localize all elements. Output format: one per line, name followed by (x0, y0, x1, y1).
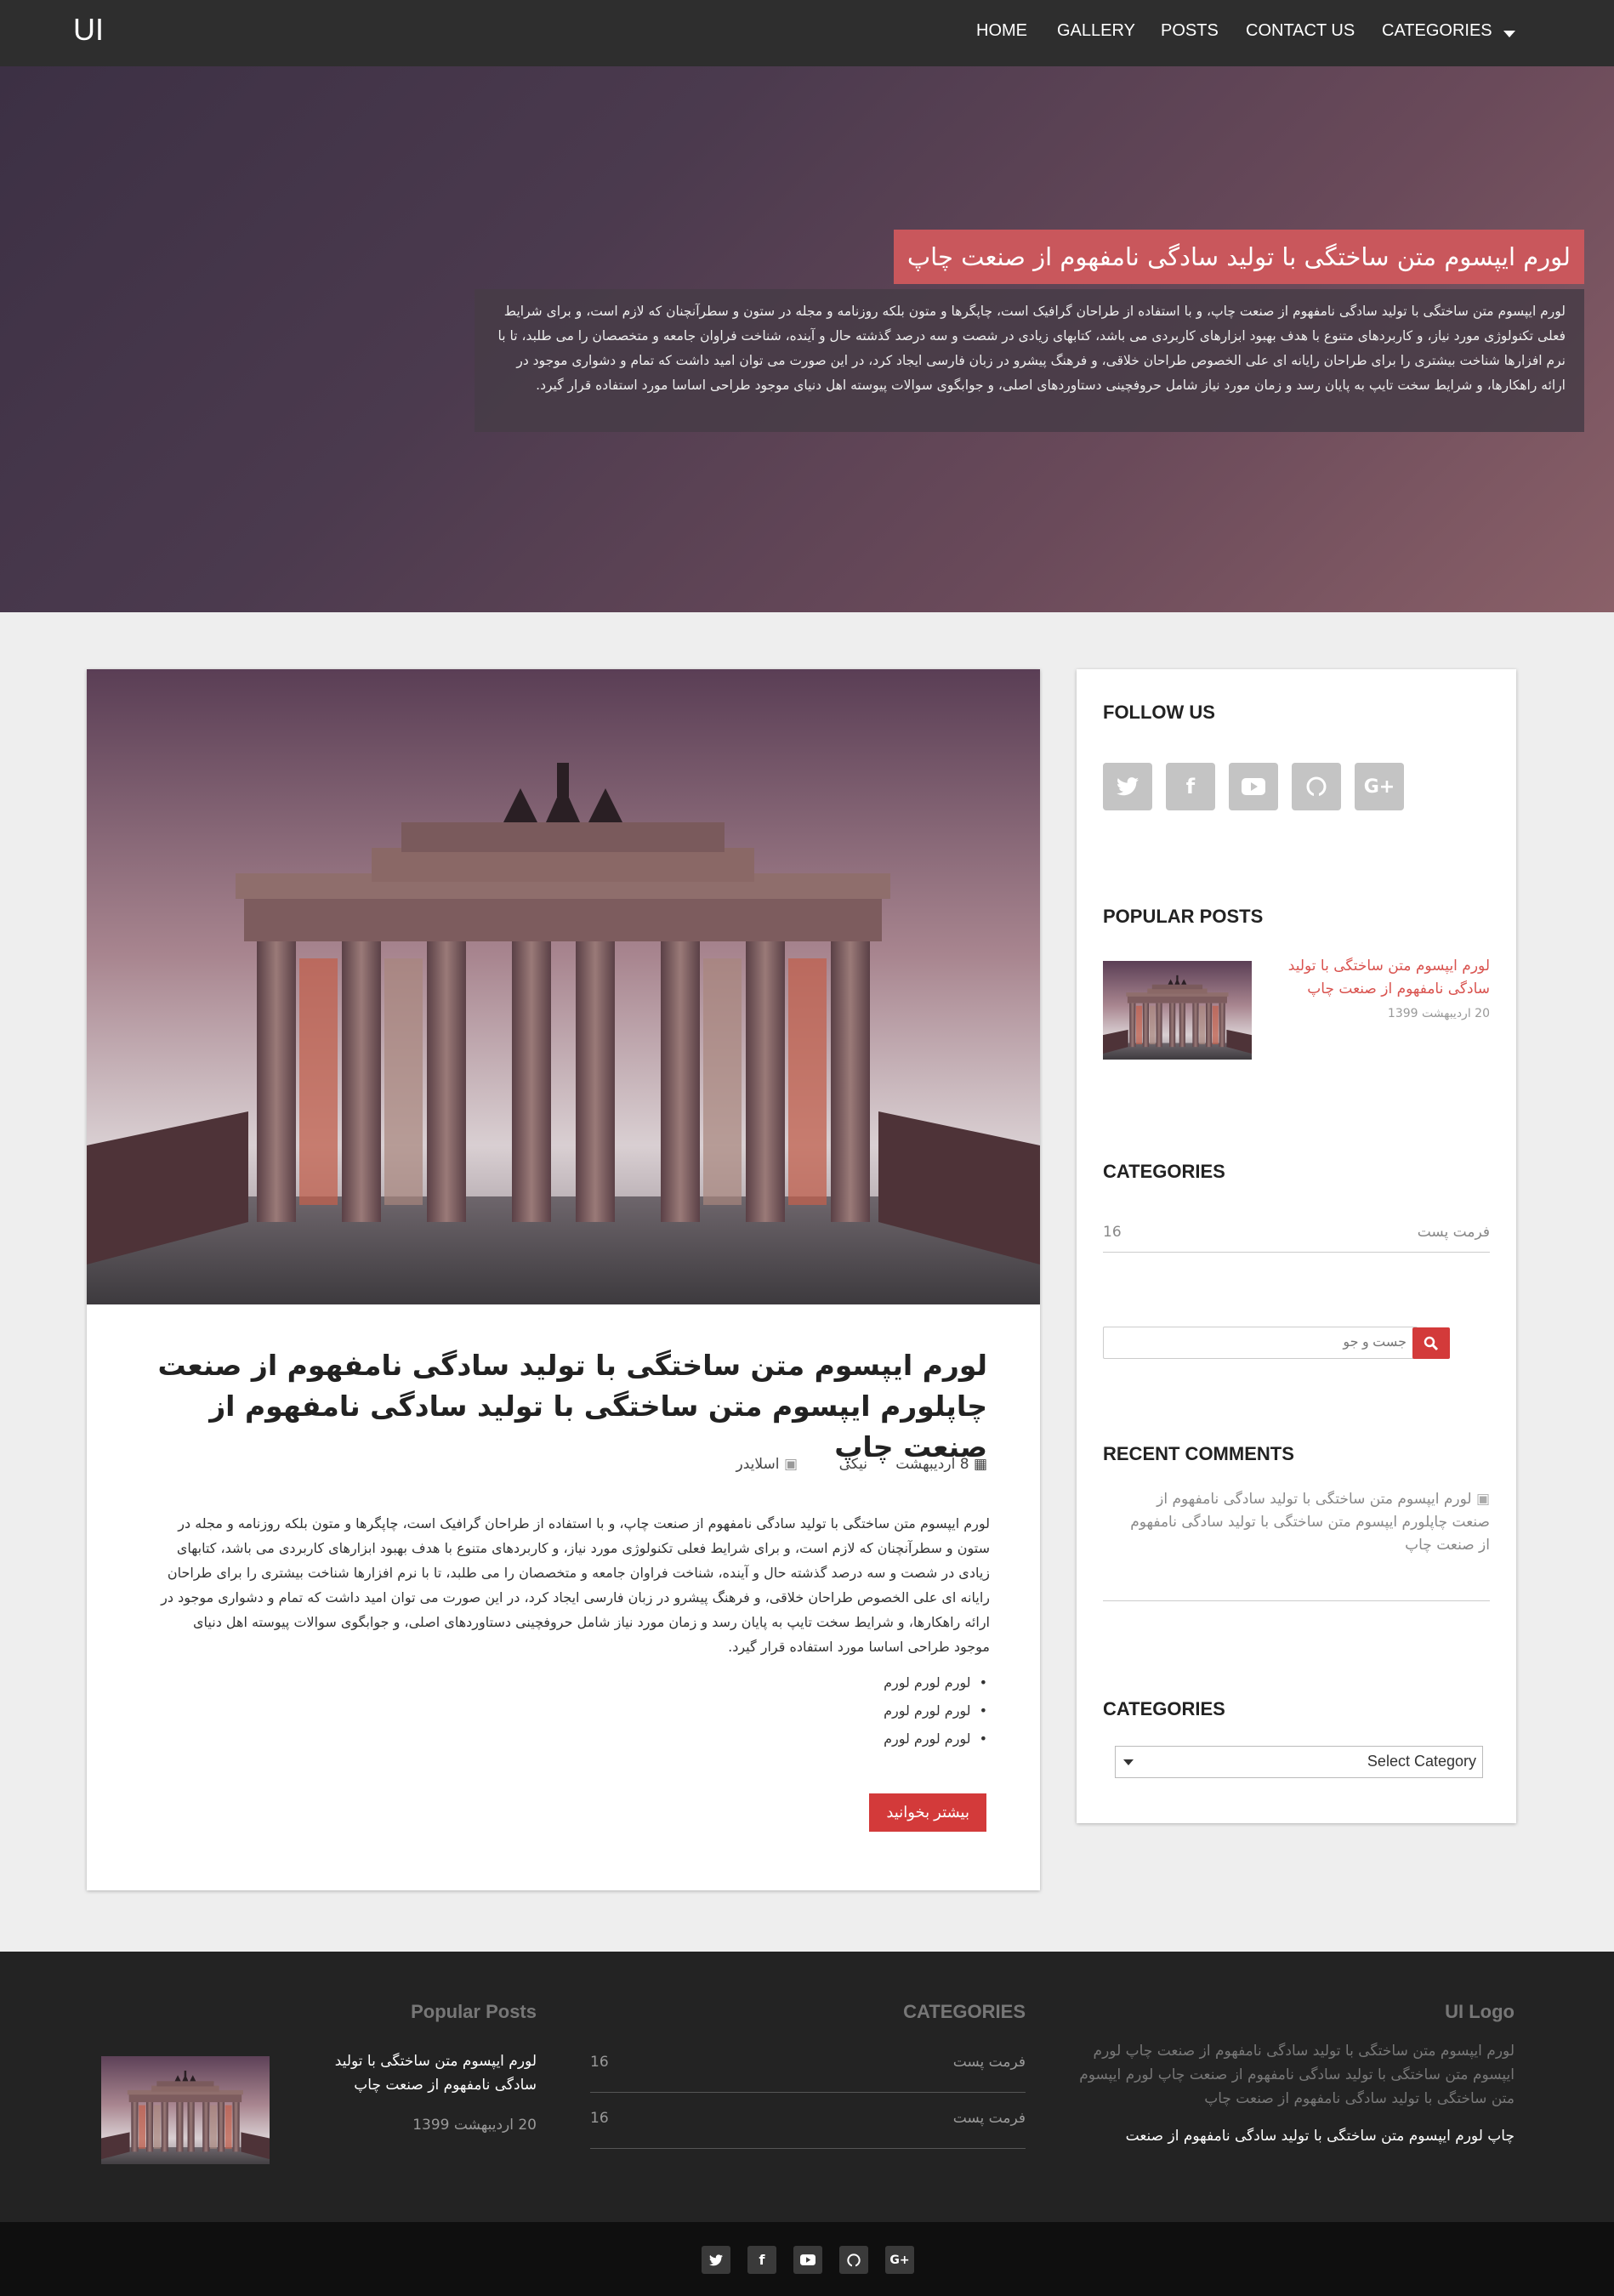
twitter-icon[interactable] (1103, 763, 1152, 810)
footer-logo-text: لورم ایپسوم متن ساختگی با تولید سادگی نا… (1079, 2043, 1515, 2107)
footer-categories-heading: CATEGORIES (903, 2001, 1026, 2022)
select-label: Select Category (1367, 1753, 1476, 1770)
category-count: 16 (590, 2110, 609, 2127)
recent-comment[interactable]: ▣ لورم ایپسوم متن ساختگی با تولید سادگی … (1116, 1488, 1490, 1557)
nav-categories[interactable]: CATEGORIES (1382, 21, 1492, 41)
youtube-icon[interactable] (1229, 763, 1278, 810)
category-name[interactable]: فرمت پست (1418, 1224, 1490, 1241)
category-select[interactable]: Select Category (1115, 1746, 1483, 1778)
category-count: 16 (590, 2054, 609, 2071)
chevron-down-icon[interactable] (1503, 31, 1515, 37)
categories-heading: CATEGORIES (1103, 1161, 1225, 1182)
footer-category-row[interactable]: 16 فرمت پست (590, 2093, 1026, 2149)
footer-popular-post-title[interactable]: لورم ایپسوم متن ساختگی با تولید سادگی نا… (315, 2049, 537, 2097)
footer-logo-link[interactable]: چاپ لورم ایپسوم متن ساختگی با تولید سادگ… (1068, 2124, 1515, 2148)
facebook-icon[interactable]: f (1166, 763, 1215, 810)
search-icon (1424, 1336, 1439, 1351)
follow-us-heading: FOLLOW US (1103, 702, 1215, 723)
nav-home[interactable]: HOME (976, 21, 1027, 41)
category-count: 16 (1103, 1224, 1122, 1241)
category-name[interactable]: فرمت پست (953, 2054, 1026, 2071)
post-card: لورم ایپسوم متن ساختگی با تولید سادگی نا… (87, 669, 1040, 1890)
popular-posts-heading: POPULAR POSTS (1103, 906, 1264, 927)
github-icon[interactable] (1292, 763, 1341, 810)
google-plus-icon[interactable]: G+ (1355, 763, 1404, 810)
nav-posts[interactable]: POSTS (1161, 21, 1219, 41)
footer-category-row[interactable]: 16 فرمت پست (590, 2037, 1026, 2093)
divider (1103, 1600, 1490, 1601)
footer-popular-thumbnail[interactable] (101, 2056, 270, 2164)
footer: UI Logo لورم ایپسوم متن ساختگی با تولید … (0, 1952, 1614, 2222)
hero-text: لورم ایپسوم متن ساختگی با تولید سادگی نا… (475, 289, 1584, 432)
list-item: لورم لورم لورم (884, 1696, 987, 1725)
footer-popular-heading: Popular Posts (411, 2001, 537, 2022)
search-button[interactable] (1412, 1327, 1450, 1359)
post-date: ▦ 8 اردیبهشت (895, 1456, 987, 1473)
chevron-down-icon (1123, 1759, 1134, 1765)
footer-logo-heading: UI Logo (1445, 2001, 1515, 2022)
comment-icon: ▣ (1475, 1491, 1490, 1508)
github-icon[interactable] (839, 2246, 868, 2274)
post-author[interactable]: نیکی (839, 1456, 867, 1473)
list-item: لورم لورم لورم (884, 1668, 987, 1696)
popular-post-date: 20 اردیبهشت 1399 (1387, 1007, 1490, 1020)
post-image[interactable] (87, 669, 1040, 1304)
post-category[interactable]: ▣ اسلایدر (736, 1456, 798, 1473)
list-item: لورم لورم لورم (884, 1725, 987, 1753)
navbar: UI HOME GALLERY POSTS CONTACT US CATEGOR… (0, 0, 1614, 66)
youtube-icon[interactable] (793, 2246, 822, 2274)
nav-contact-us[interactable]: CONTACT US (1246, 21, 1355, 41)
facebook-icon[interactable]: f (747, 2246, 776, 2274)
folder-icon: ▣ (783, 1456, 798, 1473)
google-plus-icon[interactable]: G+ (885, 2246, 914, 2274)
category-row[interactable]: 16 فرمت پست (1103, 1213, 1490, 1253)
footer-popular-post-date: 20 اردیبهشت 1399 (412, 2117, 537, 2134)
category-name[interactable]: فرمت پست (953, 2110, 1026, 2127)
site-logo[interactable]: UI (73, 12, 104, 48)
post-bullet-list: لورم لورم لورم لورم لورم لورم لورم لورم … (884, 1668, 987, 1753)
post-title[interactable]: لورم ایپسوم متن ساختگی با تولید سادگی نا… (137, 1345, 987, 1468)
search-input[interactable] (1103, 1327, 1418, 1359)
read-more-button[interactable]: بیشتر بخوانید (869, 1793, 986, 1832)
recent-comments-heading: RECENT COMMENTS (1103, 1443, 1294, 1464)
nav-gallery[interactable]: GALLERY (1057, 21, 1135, 41)
calendar-icon: ▦ (973, 1456, 987, 1473)
post-body: لورم ایپسوم متن ساختگی با تولید سادگی نا… (161, 1515, 990, 1655)
popular-post-title[interactable]: لورم ایپسوم متن ساختگی با تولید سادگی نا… (1269, 955, 1490, 1001)
popular-post-thumbnail[interactable] (1103, 961, 1252, 1060)
twitter-icon[interactable] (702, 2246, 730, 2274)
categories-dropdown-heading: CATEGORIES (1103, 1698, 1225, 1719)
sidebar: FOLLOW US f G+ POPULAR POSTS لورم ایپسوم… (1077, 669, 1516, 1823)
hero-title: لورم ایپسوم متن ساختگی با تولید سادگی نا… (893, 230, 1584, 284)
